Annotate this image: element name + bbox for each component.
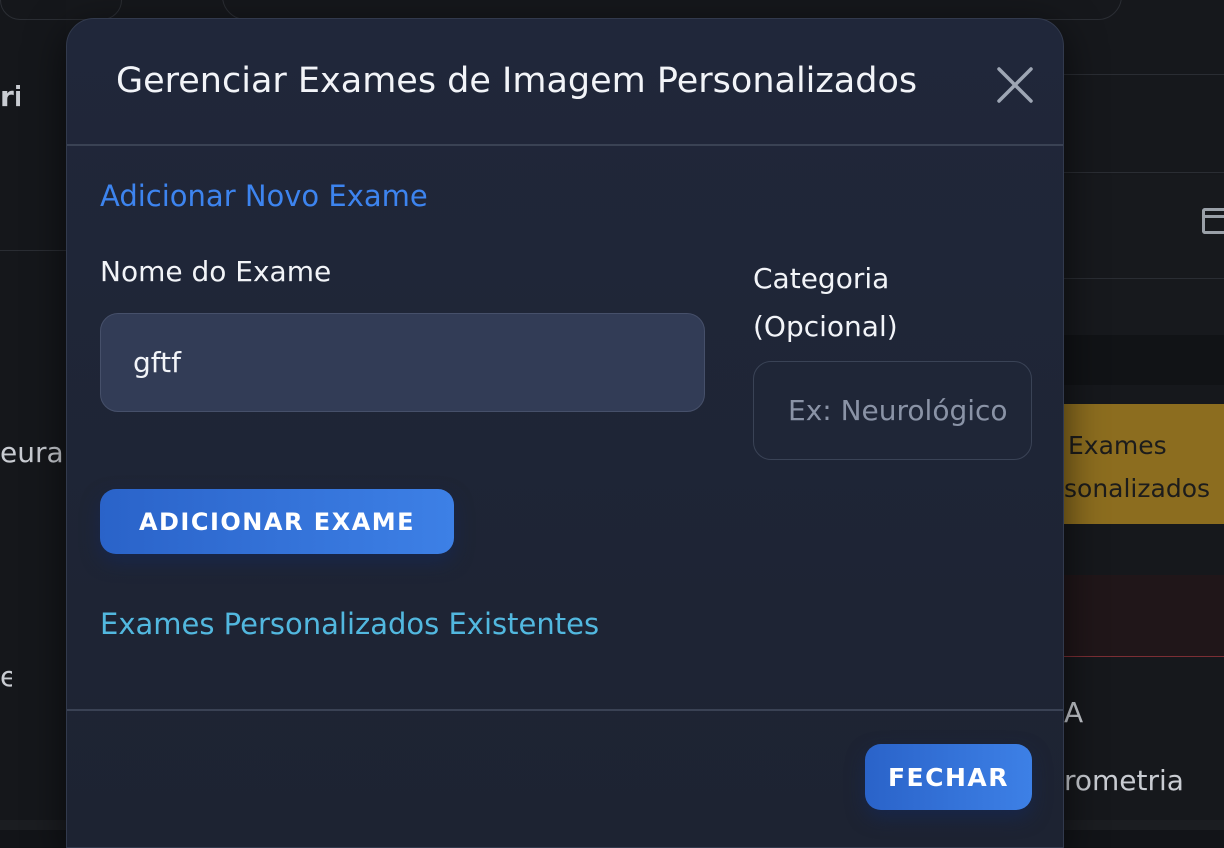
category-input[interactable] <box>753 361 1032 460</box>
modal-footer-divider <box>67 709 1063 711</box>
background-left-column <box>0 0 66 830</box>
background-text-fragment: A <box>1064 696 1084 729</box>
background-right-panel <box>1064 175 1224 335</box>
existing-custom-exams-heading: Exames Personalizados Existentes <box>100 607 600 641</box>
add-exam-button[interactable]: ADICIONAR EXAME <box>100 489 454 554</box>
background-text-fragment: ri <box>0 80 20 113</box>
background-top-pill <box>0 0 122 20</box>
background-divider <box>0 250 66 251</box>
background-row-divider <box>1064 172 1224 173</box>
modal-header: Gerenciar Exames de Imagem Personalizado… <box>67 19 1063 146</box>
exam-name-label: Nome do Exame <box>100 255 332 288</box>
background-top-bar <box>222 0 1122 20</box>
background-alert-row <box>1064 575 1224 657</box>
add-new-exam-heading: Adicionar Novo Exame <box>100 179 428 213</box>
background-right-header <box>1064 0 1224 75</box>
category-label: Categoria (Opcional) <box>753 262 898 343</box>
background-card-text: Exames sonalizados <box>1064 424 1224 510</box>
close-icon-graphic <box>997 67 1033 103</box>
background-card-line: Exames <box>1068 431 1167 460</box>
close-button[interactable]: FECHAR <box>865 744 1032 810</box>
background-row-divider <box>1064 278 1224 279</box>
modal-title: Gerenciar Exames de Imagem Personalizado… <box>116 61 918 101</box>
close-icon[interactable] <box>991 61 1039 109</box>
background-text-fragment: eurai <box>0 436 66 469</box>
background-text-fragment: rometria <box>1064 764 1184 797</box>
calendar-icon <box>1202 208 1224 234</box>
background-text-fragment: e <box>0 660 12 693</box>
exam-name-input[interactable] <box>100 313 705 412</box>
manage-custom-exams-modal: Gerenciar Exames de Imagem Personalizado… <box>66 18 1064 848</box>
background-right-band <box>1064 335 1224 385</box>
background-card-line: sonalizados <box>1064 474 1211 503</box>
